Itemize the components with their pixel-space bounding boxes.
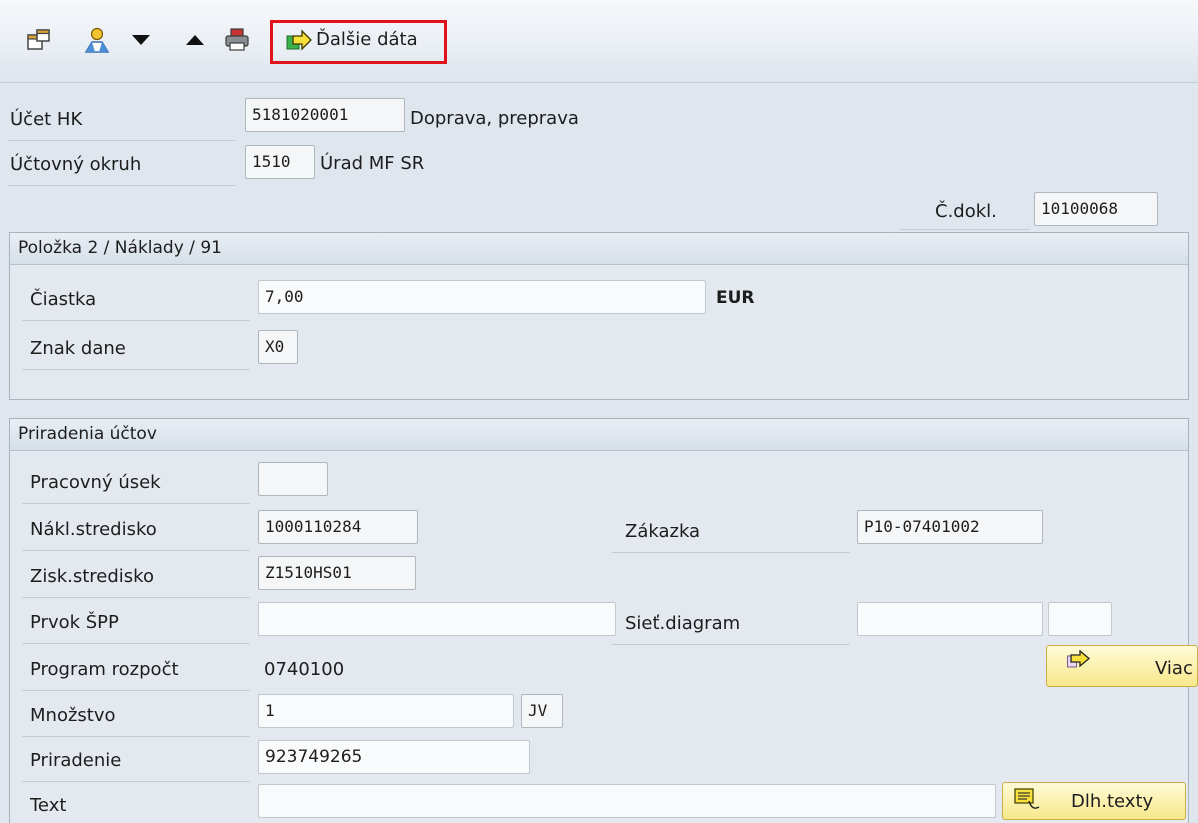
tax-code-underline	[22, 369, 250, 370]
cost-center-field[interactable]: 1000110284	[258, 510, 418, 544]
business-area-field[interactable]	[258, 462, 328, 496]
amount-label: Čiastka	[30, 289, 97, 310]
text-label: Text	[30, 795, 67, 816]
long-text-icon	[1013, 787, 1041, 818]
amount-underline	[22, 320, 250, 321]
company-code-underline	[8, 185, 236, 186]
more-data-arrow-icon[interactable]	[284, 22, 314, 58]
long-text-button-label: Dlh.texty	[1071, 791, 1154, 812]
wbs-underline	[22, 643, 250, 644]
doc-number-field[interactable]: 10100068	[1034, 192, 1158, 226]
network-activity-field[interactable]	[1048, 602, 1112, 636]
business-area-label: Pracovný úsek	[30, 472, 161, 493]
display-change-icon[interactable]	[24, 22, 54, 58]
triangle-down-icon[interactable]	[128, 22, 154, 58]
network-underline	[612, 644, 850, 645]
triangle-up-icon[interactable]	[182, 22, 208, 58]
tax-code-label: Znak dane	[30, 338, 126, 359]
more-button[interactable]: Viac	[1046, 645, 1198, 687]
quantity-unit-field[interactable]: JV	[521, 694, 563, 728]
company-code-field[interactable]: 1510	[245, 145, 315, 179]
business-area-underline	[22, 503, 250, 504]
cost-center-underline	[22, 550, 250, 551]
printer-icon[interactable]	[222, 22, 252, 58]
application-toolbar: Ďalšie dáta	[0, 0, 1198, 83]
gl-account-underline	[8, 140, 236, 141]
user-icon[interactable]	[80, 22, 114, 58]
network-label: Sieť.diagram	[625, 613, 741, 634]
budget-program-value: 0740100	[264, 659, 345, 680]
network-field[interactable]	[857, 602, 1043, 636]
assignment-field[interactable]: 923749265	[258, 740, 530, 774]
budget-program-label: Program rozpočt	[30, 659, 179, 680]
text-field[interactable]	[258, 784, 996, 818]
quantity-field[interactable]: 1	[258, 694, 514, 728]
doc-number-label: Č.dokl.	[935, 201, 997, 222]
company-code-label: Účtovný okruh	[10, 154, 142, 175]
order-label: Zákazka	[625, 521, 701, 542]
long-text-button[interactable]: Dlh.texty	[1002, 782, 1186, 820]
more-button-label: Viac	[1155, 658, 1193, 679]
order-underline	[612, 552, 850, 553]
more-arrow-icon	[1067, 649, 1091, 675]
assignment-label: Priradenie	[30, 750, 122, 771]
more-data-button-label[interactable]: Ďalšie dáta	[316, 29, 418, 50]
quantity-underline	[22, 736, 250, 737]
gl-account-description: Doprava, preprava	[410, 108, 579, 129]
assignment-group-title: Priradenia účtov	[10, 419, 1188, 451]
item-group-title: Položka 2 / Náklady / 91	[10, 233, 1188, 265]
currency-label: EUR	[716, 288, 755, 308]
doc-number-underline	[900, 229, 1030, 230]
gl-account-label: Účet HK	[10, 109, 83, 130]
company-code-description: Úrad MF SR	[320, 153, 425, 174]
tax-code-field[interactable]: X0	[258, 330, 298, 364]
gl-account-field[interactable]: 5181020001	[245, 98, 405, 132]
amount-field[interactable]: 7,00	[258, 280, 706, 314]
quantity-label: Množstvo	[30, 705, 116, 726]
profit-center-field[interactable]: Z1510HS01	[258, 556, 416, 590]
profit-center-label: Zisk.stredisko	[30, 566, 154, 587]
assignment-underline	[22, 781, 250, 782]
order-field[interactable]: P10-07401002	[857, 510, 1043, 544]
item-group-box: Položka 2 / Náklady / 91	[9, 232, 1189, 400]
wbs-field[interactable]	[258, 602, 616, 636]
profit-center-underline	[22, 597, 250, 598]
wbs-label: Prvok ŠPP	[30, 612, 119, 633]
cost-center-label: Nákl.stredisko	[30, 519, 157, 540]
budget-program-underline	[22, 690, 250, 691]
